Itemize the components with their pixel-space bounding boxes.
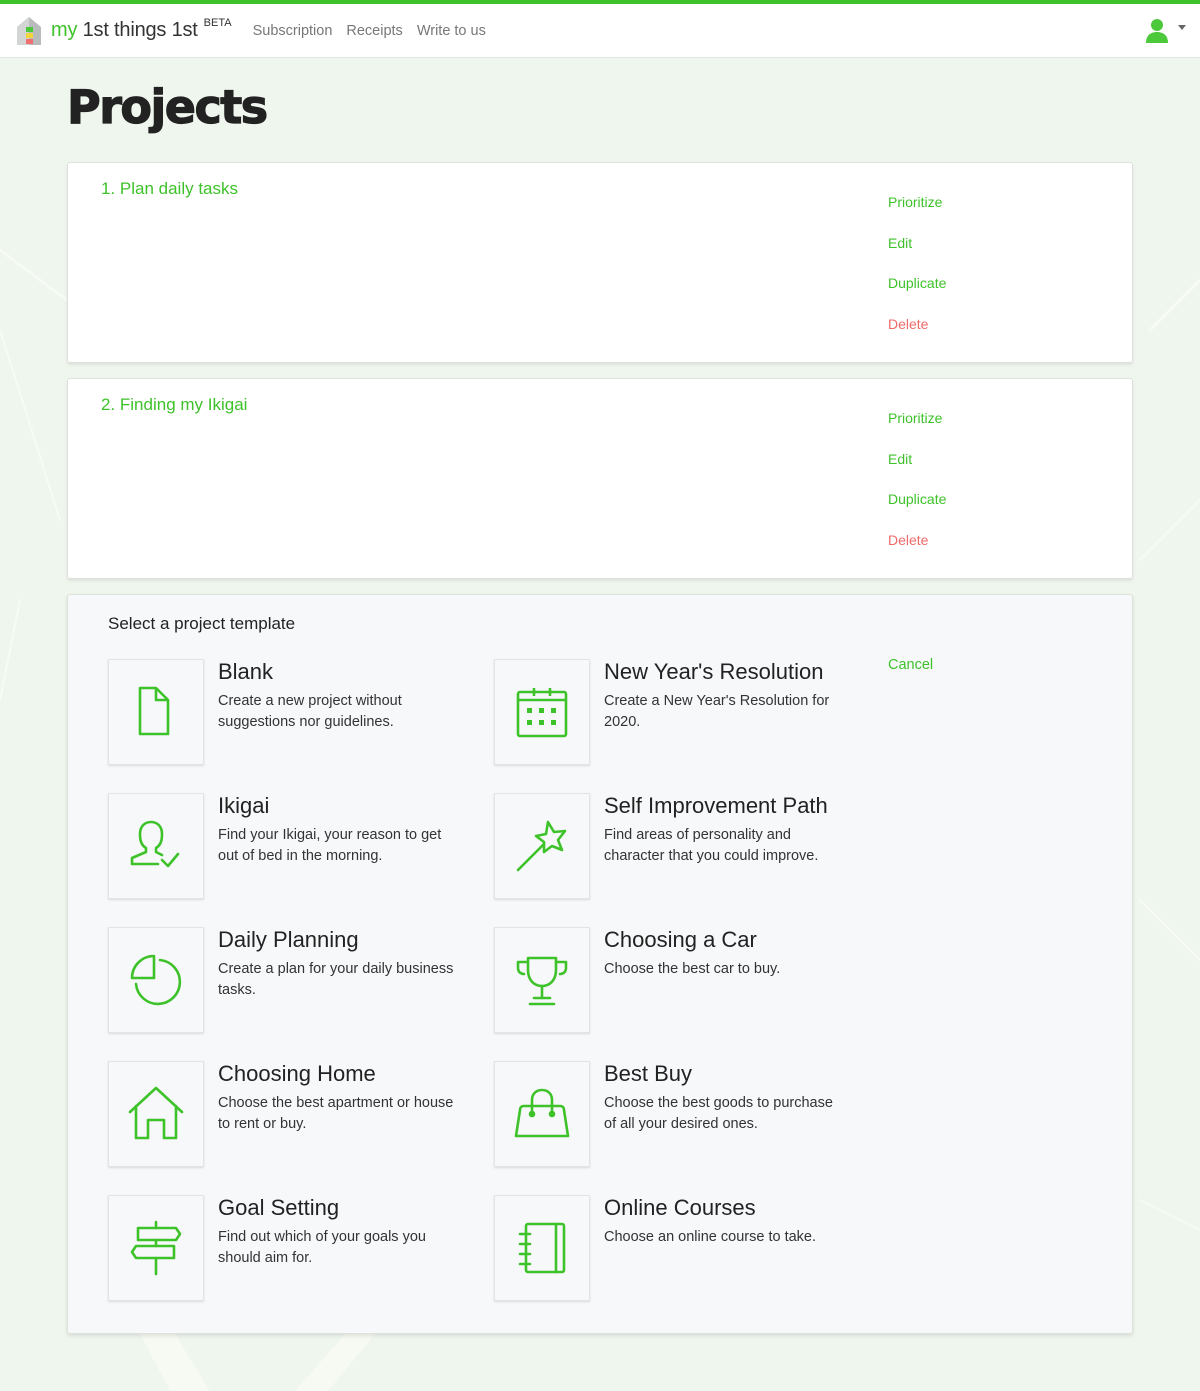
template-description: Create a plan for your daily business ta…: [218, 961, 454, 998]
nav-link-subscription[interactable]: Subscription: [253, 23, 333, 39]
project-title[interactable]: 2. Finding my Ikigai: [101, 395, 247, 415]
delete-button[interactable]: Delete: [888, 531, 946, 572]
template-name: Online Courses: [604, 1195, 756, 1220]
template-icon-box: [108, 1061, 204, 1167]
project-card: 1. Plan daily tasks Prioritize Edit Dupl…: [67, 162, 1133, 363]
template-icon-box: [494, 659, 590, 765]
template-description: Choose an online course to take.: [604, 1229, 816, 1245]
shopping-bag-icon: [514, 1088, 570, 1138]
template-choosing-a-car[interactable]: Choosing a Car Choose the best car to bu…: [494, 927, 864, 1033]
template-description: Create a New Year's Resolution for 2020.: [604, 693, 830, 730]
template-name: Self Improvement Path: [604, 793, 828, 818]
template-blank[interactable]: Blank Create a new project without sugge…: [108, 659, 478, 765]
template-online-courses[interactable]: Online Courses Choose an online course t…: [494, 1195, 864, 1301]
caret-down-icon: [1178, 24, 1186, 30]
template-description: Choose the best car to buy.: [604, 961, 781, 977]
template-icon-box: [494, 793, 590, 899]
template-daily-planning[interactable]: Daily Planning Create a plan for your da…: [108, 927, 478, 1033]
project-actions: Prioritize Edit Duplicate Delete: [888, 409, 946, 572]
beta-badge: BETA: [203, 16, 232, 29]
edit-button[interactable]: Edit: [888, 234, 946, 275]
template-name: Choosing Home: [218, 1061, 376, 1086]
template-description: Find areas of personality and character …: [604, 827, 819, 864]
house-icon: [128, 1086, 184, 1140]
signpost-icon: [130, 1220, 182, 1276]
duplicate-button[interactable]: Duplicate: [888, 274, 946, 315]
user-icon: [1146, 19, 1168, 43]
trophy-icon: [516, 956, 568, 1006]
cancel-button[interactable]: Cancel: [888, 657, 933, 673]
template-self-improvement-path[interactable]: Self Improvement Path Find areas of pers…: [494, 793, 864, 899]
project-card: 2. Finding my Ikigai Prioritize Edit Dup…: [67, 378, 1133, 579]
template-icon-box: [108, 1195, 204, 1301]
prioritize-button[interactable]: Prioritize: [888, 409, 946, 450]
template-icon-box: [494, 1061, 590, 1167]
template-name: Ikigai: [218, 793, 270, 818]
template-description: Find your Ikigai, your reason to get out…: [218, 827, 442, 864]
nav-links: Subscription Receipts Write to us: [253, 23, 500, 39]
nav-link-write-to-us[interactable]: Write to us: [417, 23, 486, 39]
navbar: my 1st things 1st BETA Subscription Rece…: [0, 4, 1200, 58]
house-logo-icon: [17, 16, 41, 45]
pie-chart-icon: [130, 954, 182, 1006]
template-name: Choosing a Car: [604, 927, 757, 952]
brand-name: my 1st things 1st: [51, 19, 198, 42]
edit-button[interactable]: Edit: [888, 450, 946, 491]
project-title[interactable]: 1. Plan daily tasks: [101, 179, 238, 199]
brand-link[interactable]: my 1st things 1st BETA: [15, 15, 232, 47]
template-best-buy[interactable]: Best Buy Choose the best goods to purcha…: [494, 1061, 864, 1167]
magic-wand-icon: [516, 820, 567, 872]
user-menu-toggle[interactable]: [1145, 18, 1186, 44]
calendar-icon: [516, 688, 568, 738]
project-actions: Prioritize Edit Duplicate Delete: [888, 193, 946, 356]
template-icon-box: [494, 1195, 590, 1301]
template-icon-box: [494, 927, 590, 1033]
template-icon-box: [108, 793, 204, 899]
template-choosing-home[interactable]: Choosing Home Choose the best apartment …: [108, 1061, 478, 1167]
brand-title: 1st things 1st: [82, 19, 198, 41]
user-check-icon: [130, 820, 180, 868]
template-description: Choose the best apartment or house to re…: [218, 1095, 454, 1132]
duplicate-button[interactable]: Duplicate: [888, 490, 946, 531]
template-icon-box: [108, 659, 204, 765]
prioritize-button[interactable]: Prioritize: [888, 193, 946, 234]
brand-prefix: my: [51, 19, 78, 41]
template-name: New Year's Resolution: [604, 659, 824, 684]
template-ikigai[interactable]: Ikigai Find your Ikigai, your reason to …: [108, 793, 478, 899]
document-icon: [138, 686, 170, 736]
template-name: Blank: [218, 659, 274, 684]
template-name: Goal Setting: [218, 1195, 340, 1220]
template-goal-setting[interactable]: Goal Setting Find out which of your goal…: [108, 1195, 478, 1301]
template-picker-heading: Select a project template: [108, 614, 296, 633]
page-title: Projects: [66, 79, 268, 134]
template-icon-box: [108, 927, 204, 1033]
delete-button[interactable]: Delete: [888, 315, 946, 356]
template-name: Best Buy: [604, 1061, 693, 1086]
template-picker-panel: Select a project template Cancel Blank C…: [67, 594, 1133, 1334]
nav-link-receipts[interactable]: Receipts: [346, 23, 402, 39]
template-description: Create a new project without suggestions…: [218, 693, 402, 730]
template-description: Choose the best goods to purchase of all…: [604, 1095, 833, 1132]
template-new-years-resolution[interactable]: New Year's Resolution Create a New Year'…: [494, 659, 864, 765]
notebook-icon: [518, 1222, 566, 1274]
template-name: Daily Planning: [218, 927, 359, 952]
template-description: Find out which of your goals you should …: [218, 1229, 426, 1266]
